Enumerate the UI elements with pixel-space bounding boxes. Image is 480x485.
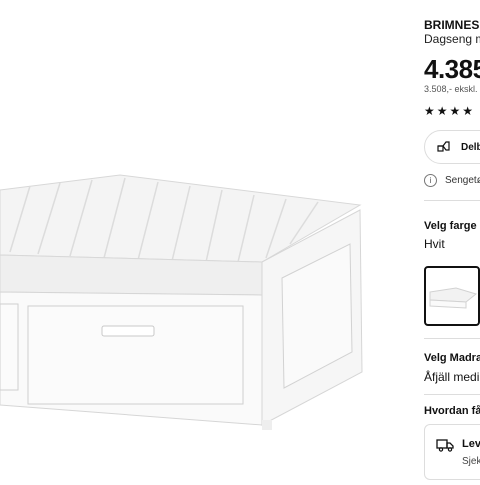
price-excluding-vat: 3.508,- ekskl. m — [424, 84, 480, 94]
delivery-option-title: Lev — [462, 438, 480, 450]
share-label: Delbe — [461, 141, 480, 153]
product-price: 4.385 — [424, 54, 480, 84]
color-value: Hvit — [424, 237, 445, 251]
delivery-label: Hvordan få — [424, 405, 480, 417]
product-image[interactable] — [0, 0, 414, 480]
info-icon: i — [424, 174, 437, 187]
product-info-panel: BRIMNES Dagseng m 4.385 3.508,- ekskl. m… — [414, 0, 480, 480]
product-name[interactable]: BRIMNES — [424, 18, 479, 32]
divider — [424, 200, 480, 201]
truck-icon — [436, 438, 454, 457]
share-icon — [437, 140, 451, 155]
info-row[interactable]: i Sengetøy — [424, 174, 480, 187]
swatch-thumbnail — [429, 287, 478, 309]
mattress-value[interactable]: Åfjäll mediu — [424, 370, 480, 384]
product-subtitle: Dagseng m — [424, 32, 480, 46]
rating-stars[interactable]: ★★★★ — [424, 104, 475, 118]
share-button[interactable]: Delbe — [424, 130, 480, 164]
divider — [424, 394, 480, 395]
mattress-label: Velg Madras — [424, 352, 480, 364]
color-swatch-selected[interactable] — [424, 266, 480, 326]
divider — [424, 338, 480, 339]
color-label: Velg farge — [424, 220, 477, 232]
delivery-option-subtitle: Sjek — [462, 456, 480, 467]
info-text: Sengetøy — [445, 175, 480, 186]
daybed-illustration — [0, 0, 414, 480]
